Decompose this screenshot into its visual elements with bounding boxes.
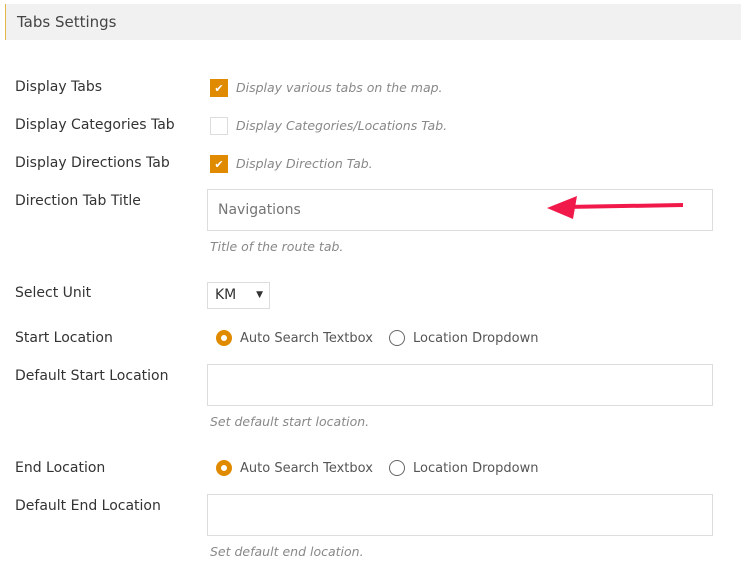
- direction-title-help: Title of the route tab.: [210, 239, 344, 254]
- start-auto-search-radio[interactable]: [216, 330, 232, 346]
- display-categories-checkbox[interactable]: [210, 117, 228, 135]
- unit-select-value: KM: [215, 287, 237, 303]
- default-end-label: Default End Location: [15, 498, 161, 514]
- start-location-label: Start Location: [15, 330, 113, 346]
- default-end-input[interactable]: [207, 494, 713, 536]
- default-end-help: Set default end location.: [210, 544, 364, 559]
- end-auto-search-label[interactable]: Auto Search Textbox: [240, 461, 373, 476]
- start-auto-search-label[interactable]: Auto Search Textbox: [240, 331, 373, 346]
- end-location-dropdown-label[interactable]: Location Dropdown: [413, 461, 538, 476]
- dropdown-arrow-icon: ▼: [256, 290, 263, 300]
- select-unit-label: Select Unit: [15, 285, 92, 301]
- check-icon: ✔: [214, 81, 224, 95]
- start-location-dropdown-label[interactable]: Location Dropdown: [413, 331, 538, 346]
- display-directions-label: Display Directions Tab: [15, 155, 170, 171]
- display-tabs-description: Display various tabs on the map.: [236, 80, 443, 95]
- default-start-label: Default Start Location: [15, 368, 169, 384]
- section-header: Tabs Settings: [5, 4, 741, 40]
- display-tabs-checkbox[interactable]: ✔: [210, 79, 228, 97]
- default-start-help: Set default start location.: [210, 414, 370, 429]
- start-location-dropdown-radio[interactable]: [389, 330, 405, 346]
- direction-title-label: Direction Tab Title: [15, 193, 141, 209]
- section-title: Tabs Settings: [17, 13, 117, 31]
- annotation-arrow-icon: [547, 196, 684, 219]
- end-location-dropdown-radio[interactable]: [389, 460, 405, 476]
- check-icon: ✔: [214, 157, 224, 171]
- display-categories-description: Display Categories/Locations Tab.: [236, 118, 448, 133]
- display-directions-description: Display Direction Tab.: [236, 156, 373, 171]
- end-location-label: End Location: [15, 460, 106, 476]
- display-directions-checkbox[interactable]: ✔: [210, 155, 228, 173]
- default-start-input[interactable]: [207, 364, 713, 406]
- display-categories-label: Display Categories Tab: [15, 117, 175, 133]
- display-tabs-label: Display Tabs: [15, 79, 103, 95]
- unit-select[interactable]: KM ▼: [207, 282, 270, 309]
- end-auto-search-radio[interactable]: [216, 460, 232, 476]
